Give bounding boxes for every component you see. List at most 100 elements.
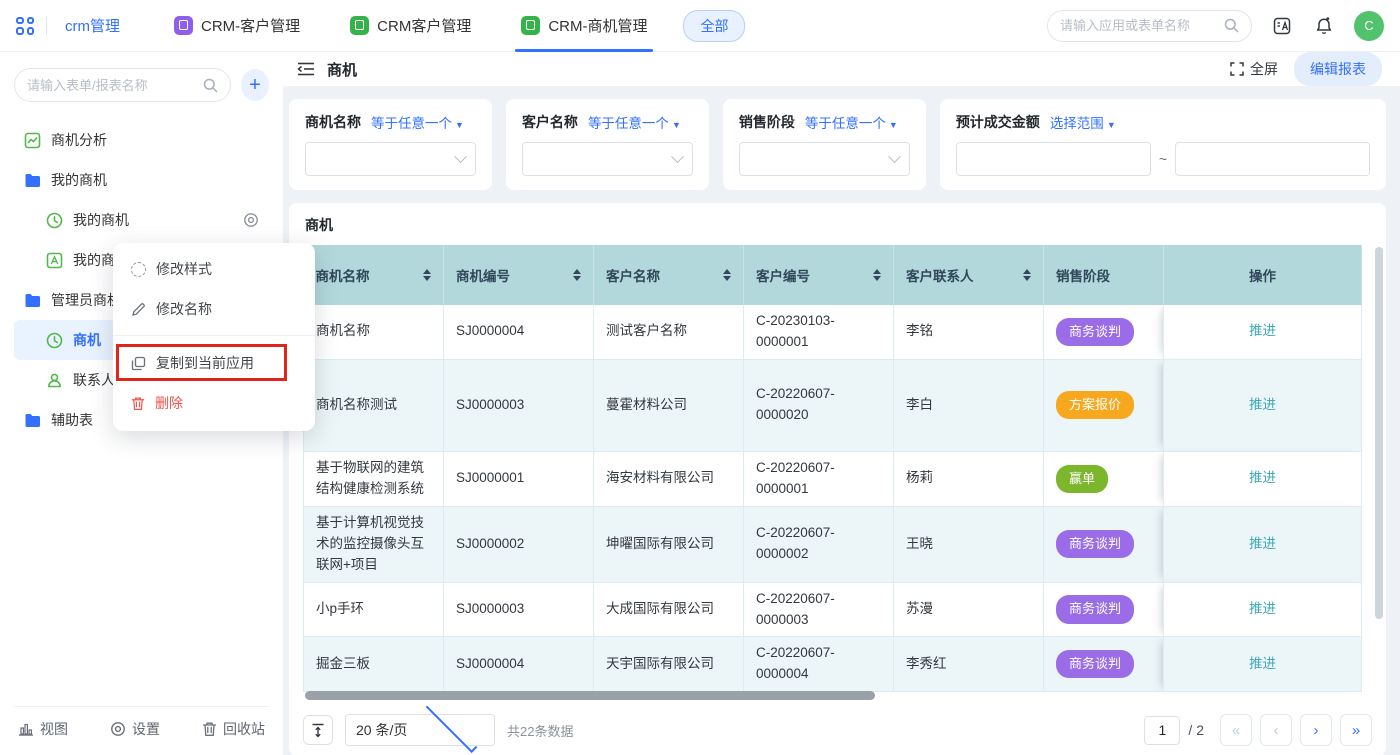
sort-icon[interactable] (723, 269, 731, 281)
filter-operator-dropdown[interactable]: 等于任意一个▼ (588, 112, 681, 132)
advance-link[interactable]: 推进 (1249, 601, 1276, 616)
advance-link[interactable]: 推进 (1249, 536, 1276, 551)
tab-label: CRM-客户管理 (201, 15, 300, 36)
filter-value-select[interactable] (522, 142, 693, 176)
cell-name: 商机名称测试 (304, 359, 444, 451)
sort-icon[interactable] (1023, 269, 1031, 281)
horizontal-scrollbar[interactable] (305, 691, 875, 700)
folder-icon (24, 413, 41, 428)
chevron-down-icon (671, 150, 684, 163)
table-row[interactable]: 基于物联网的建筑结构健康检测系统 SJ0000001 海安材料有限公司 C-20… (304, 451, 1362, 506)
fullscreen-icon (1230, 62, 1244, 76)
current-page-input[interactable]: 1 (1144, 716, 1180, 745)
col-customer-contact[interactable]: 客户联系人 (894, 245, 1044, 305)
views-button[interactable]: 视图 (18, 719, 68, 739)
page-size-value: 20 条/页 (356, 720, 419, 740)
contacts-book-icon[interactable] (1270, 14, 1294, 38)
cell-contact: 苏漫 (894, 582, 1044, 637)
sort-icon[interactable] (423, 269, 431, 281)
col-opportunity-name[interactable]: 商机名称 (304, 245, 444, 305)
cell-contact: 杨莉 (894, 451, 1044, 506)
filter-operator-dropdown[interactable]: 等于任意一个▼ (805, 112, 898, 132)
col-sales-stage: 销售阶段 (1044, 245, 1164, 305)
sidebar-item-opportunity-analysis[interactable]: 商机分析 (14, 120, 269, 160)
cell-customer-code: C-20220607-0000004 (744, 637, 894, 692)
row-height-button[interactable] (303, 715, 333, 745)
copy-icon (131, 356, 146, 371)
sort-icon[interactable] (873, 269, 881, 281)
amount-max-input[interactable] (1175, 142, 1370, 176)
col-customer-name[interactable]: 客户名称 (594, 245, 744, 305)
workspace-link[interactable]: crm管理 (65, 15, 120, 36)
first-page-button[interactable]: « (1220, 714, 1252, 746)
col-opportunity-code[interactable]: 商机编号 (444, 245, 594, 305)
divider (46, 17, 47, 35)
advance-link[interactable]: 推进 (1249, 470, 1276, 485)
menu-item-label: 删除 (155, 393, 183, 413)
user-avatar[interactable]: C (1354, 11, 1384, 41)
style-icon (131, 262, 146, 277)
filter-operator-dropdown[interactable]: 等于任意一个▼ (371, 112, 464, 132)
item-label: 我的商机 (73, 210, 129, 230)
cell-code: SJ0000003 (444, 359, 594, 451)
menu-item-edit-style[interactable]: 修改样式 (113, 249, 315, 289)
sort-icon[interactable] (573, 269, 581, 281)
stage-badge: 商务谈判 (1056, 318, 1134, 346)
tab-crm-opportunity-mgmt[interactable]: CRM-商机管理 (507, 0, 661, 52)
apps-grid-icon[interactable] (16, 17, 34, 35)
global-search[interactable] (1047, 10, 1252, 42)
amount-min-input[interactable] (956, 142, 1151, 176)
sidebar-search[interactable] (14, 68, 231, 102)
filter-value-select[interactable] (305, 142, 476, 176)
sidebar-item-my-opportunities-folder[interactable]: 我的商机 (14, 160, 269, 200)
all-apps-button[interactable]: 全部 (683, 10, 745, 42)
col-customer-code[interactable]: 客户编号 (744, 245, 894, 305)
app-icon (521, 16, 540, 35)
table-row[interactable]: 商机名称 SJ0000004 测试客户名称 C-20230103-0000001… (304, 305, 1362, 359)
edit-report-button[interactable]: 编辑报表 (1294, 52, 1382, 86)
gear-icon (110, 721, 126, 737)
cell-name: 掘金三板 (304, 637, 444, 692)
vertical-scrollbar[interactable] (1375, 247, 1383, 619)
menu-item-label: 修改样式 (156, 259, 212, 279)
settings-icon[interactable] (243, 212, 259, 228)
item-label: 商机分析 (51, 130, 107, 150)
page-size-select[interactable]: 20 条/页 (345, 714, 495, 746)
stage-badge: 方案报价 (1056, 391, 1134, 419)
filter-operator-dropdown[interactable]: 选择范围▼ (1050, 112, 1116, 132)
sidebar-search-input[interactable] (27, 78, 203, 93)
global-search-input[interactable] (1060, 18, 1216, 33)
table-row[interactable]: 掘金三板 SJ0000004 天宇国际有限公司 C-20220607-00000… (304, 637, 1362, 692)
filter-opportunity-name: 商机名称 等于任意一个▼ (289, 99, 492, 190)
clock-icon (46, 332, 63, 349)
tab-crm-customer-mgmt-2[interactable]: CRM客户管理 (336, 0, 485, 52)
tab-crm-customer-mgmt-1[interactable]: CRM-客户管理 (160, 0, 314, 52)
cell-name: 基于计算机视觉技术的监控摄像头互联网+项目 (304, 506, 444, 582)
cell-stage: 商务谈判 (1044, 637, 1164, 692)
advance-link[interactable]: 推进 (1249, 323, 1276, 338)
cell-customer: 坤曜国际有限公司 (594, 506, 744, 582)
recycle-bin-button[interactable]: 回收站 (202, 719, 265, 739)
menu-fold-icon[interactable] (297, 61, 315, 77)
settings-button[interactable]: 设置 (110, 719, 160, 739)
fullscreen-label: 全屏 (1250, 59, 1278, 79)
notifications-bell-icon[interactable] (1312, 14, 1336, 38)
fullscreen-button[interactable]: 全屏 (1230, 59, 1278, 79)
filter-value-select[interactable] (739, 142, 910, 176)
menu-item-delete[interactable]: 删除 (113, 383, 315, 423)
last-page-button[interactable]: » (1340, 714, 1372, 746)
advance-link[interactable]: 推进 (1249, 397, 1276, 412)
cell-stage: 赢单 (1044, 451, 1164, 506)
prev-page-button[interactable]: ‹ (1260, 714, 1292, 746)
menu-item-label: 修改名称 (156, 299, 212, 319)
cell-contact: 王晓 (894, 506, 1044, 582)
advance-link[interactable]: 推进 (1249, 656, 1276, 671)
menu-item-copy-to-current-app[interactable]: 复制到当前应用 (113, 343, 315, 383)
menu-item-rename[interactable]: 修改名称 (113, 289, 315, 329)
table-row[interactable]: 小p手环 SJ0000003 大成国际有限公司 C-20220607-00000… (304, 582, 1362, 637)
next-page-button[interactable]: › (1300, 714, 1332, 746)
sidebar-item-my-opportunities[interactable]: 我的商机 (14, 200, 269, 240)
add-form-button[interactable]: + (241, 69, 269, 101)
table-row[interactable]: 商机名称测试 SJ0000003 蔓霍材料公司 C-20220607-00000… (304, 359, 1362, 451)
table-row[interactable]: 基于计算机视觉技术的监控摄像头互联网+项目 SJ0000002 坤曜国际有限公司… (304, 506, 1362, 582)
